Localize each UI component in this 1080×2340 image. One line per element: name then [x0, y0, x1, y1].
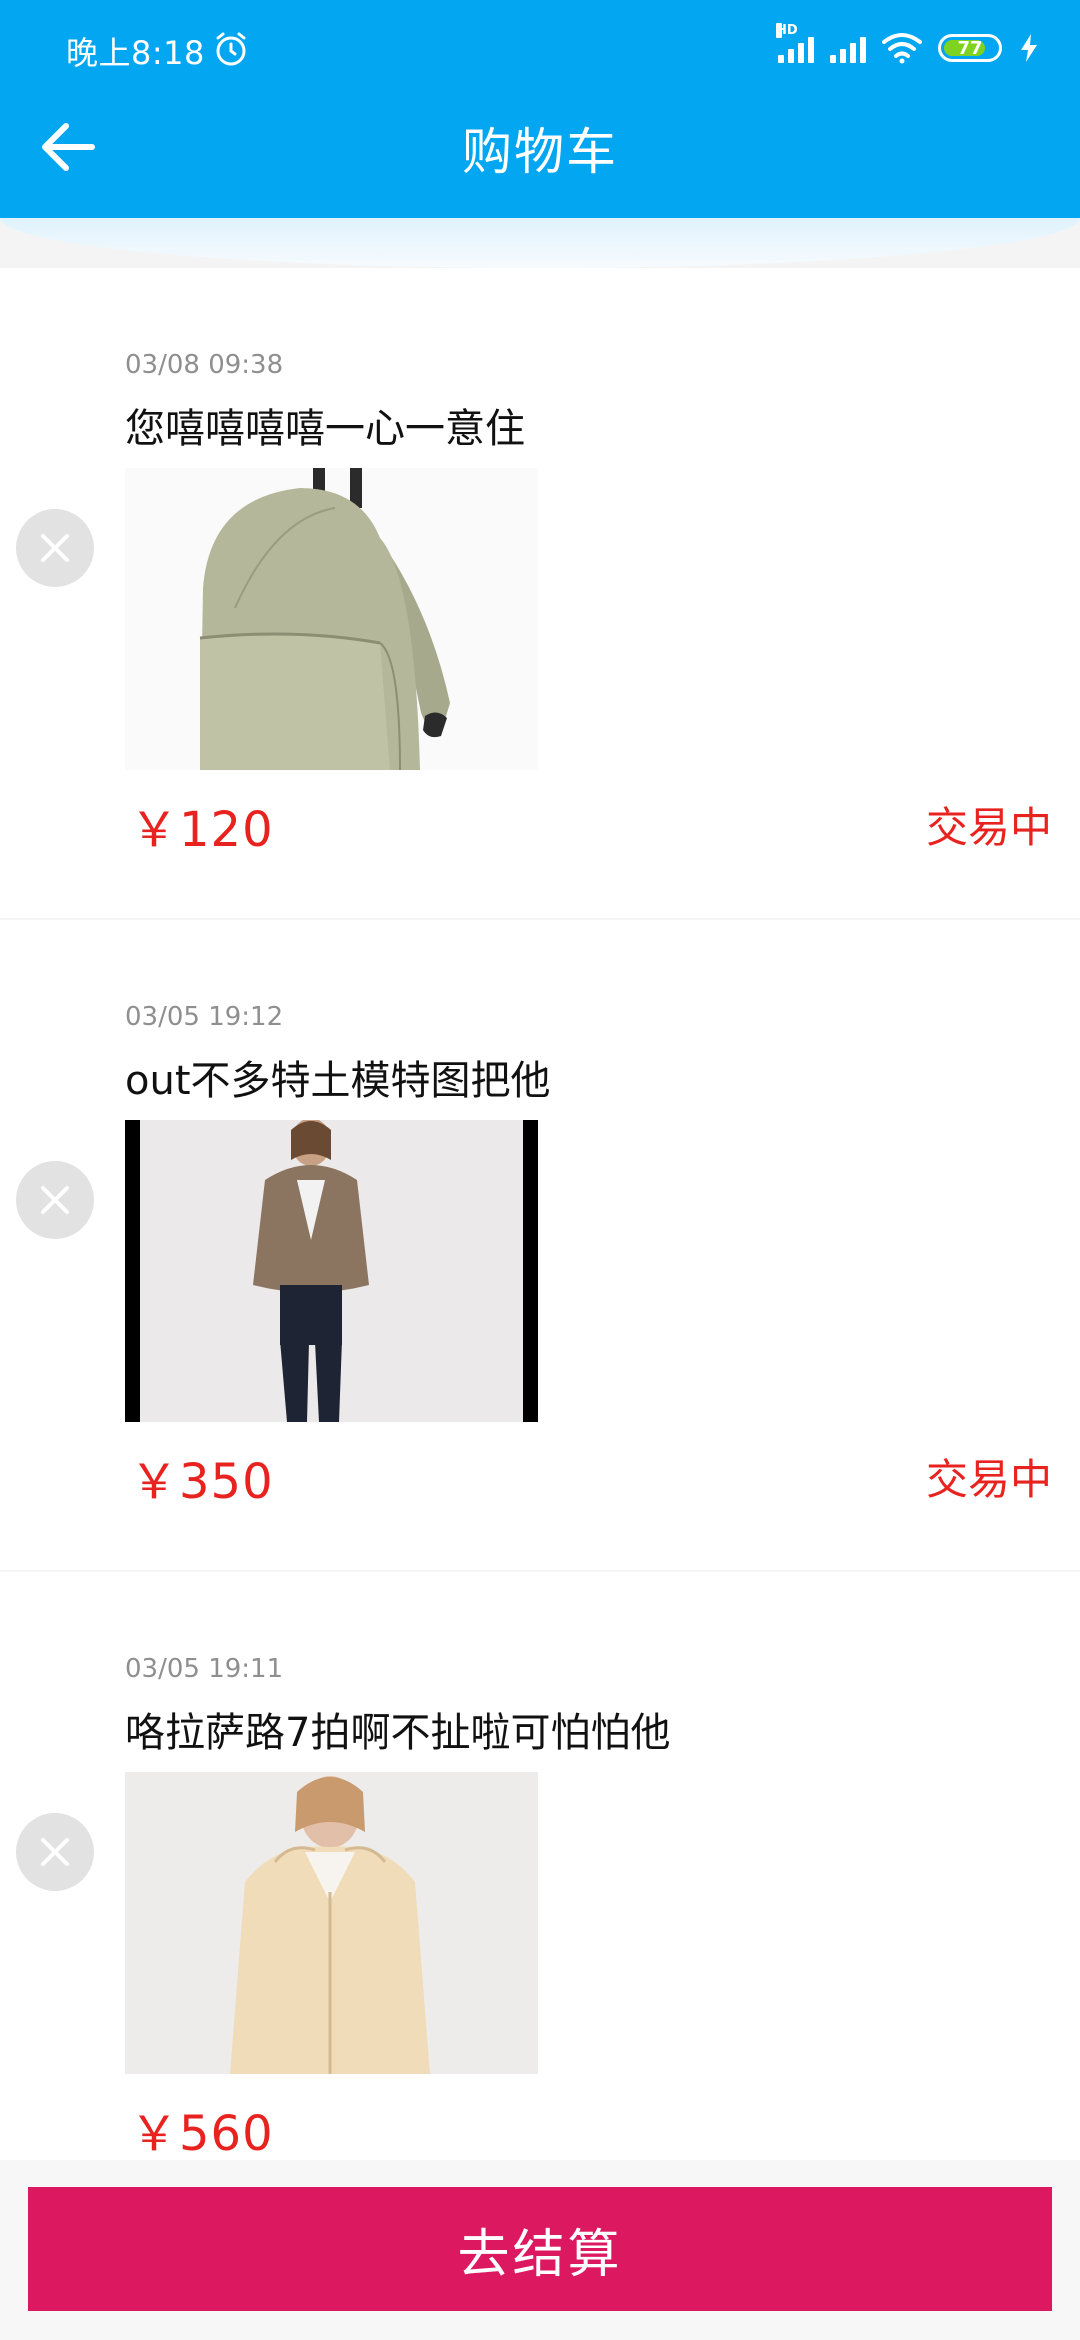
signal-icon: [830, 33, 866, 63]
alarm-icon: [216, 32, 246, 66]
hd-label: HD: [776, 23, 798, 38]
cart-item[interactable]: 03/05 19:12 out不多特土模特图把他 ￥350 交易中: [0, 920, 1080, 1570]
item-price: ￥120: [130, 802, 274, 858]
item-status: 交易中: [925, 1455, 1052, 1504]
status-icons: HD 77: [776, 23, 1040, 70]
jacket-model-image[interactable]: [125, 1120, 538, 1422]
close-icon: [41, 1186, 69, 1214]
signal-hd-icon: HD: [776, 23, 814, 63]
close-icon: [41, 1838, 69, 1866]
battery-level: 77: [957, 37, 983, 59]
header-wave-decoration: [0, 218, 1080, 268]
battery-icon: 77: [938, 34, 1002, 62]
cart-item[interactable]: 03/08 09:38 您嘻嘻嘻嘻一心一意住 ￥120 交易中: [0, 268, 1080, 918]
page-title: 购物车: [462, 123, 618, 181]
delete-item-button[interactable]: [16, 1813, 94, 1891]
delete-item-button[interactable]: [16, 509, 94, 587]
close-icon: [41, 534, 69, 562]
item-time: 03/05 19:11: [125, 1654, 284, 1684]
item-time: 03/08 09:38: [125, 350, 284, 380]
wifi-icon: [882, 33, 922, 64]
item-price: ￥560: [130, 2106, 274, 2162]
item-title: 您嘻嘻嘻嘻一心一意住: [125, 406, 525, 452]
hoodie-model-image[interactable]: [125, 1772, 538, 2074]
checkout-button[interactable]: 去结算: [28, 2187, 1052, 2311]
item-price: ￥350: [130, 1454, 274, 1510]
backpack-image[interactable]: [125, 468, 538, 770]
app-header: 晚上8:18 HD 77 购物车: [0, 0, 1080, 218]
status-time: 晚上8:18: [66, 34, 205, 72]
item-status: 交易中: [925, 803, 1052, 852]
charging-bolt-icon: [1021, 34, 1037, 62]
item-title: 咯拉萨路7拍啊不扯啦可怕怕他: [125, 1710, 671, 1756]
cart-item[interactable]: 03/05 19:11 咯拉萨路7拍啊不扯啦可怕怕他 ￥560: [0, 1572, 1080, 2222]
delete-item-button[interactable]: [16, 1161, 94, 1239]
item-title: out不多特土模特图把他: [125, 1058, 551, 1104]
item-time: 03/05 19:12: [125, 1002, 284, 1032]
